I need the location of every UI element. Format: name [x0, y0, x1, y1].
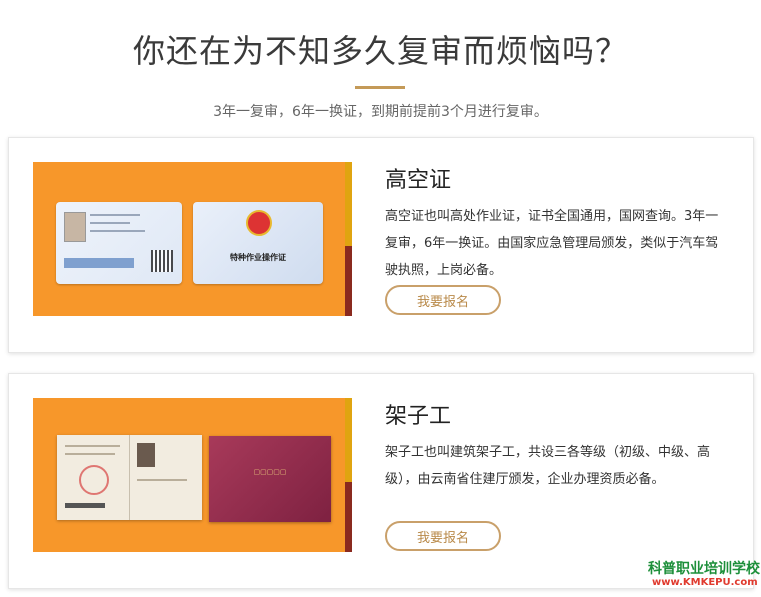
enroll-button[interactable]: 我要报名	[385, 521, 501, 551]
national-emblem-icon	[246, 210, 272, 236]
card-band	[64, 258, 134, 268]
qr-code-icon	[151, 250, 173, 272]
card-name-text: 特种作业操作证	[230, 253, 286, 262]
id-card-back-image: 特种作业操作证	[193, 202, 323, 284]
watermark-school-name: 科普职业培训学校	[648, 561, 760, 577]
title-underline	[355, 86, 405, 89]
course-card-high-altitude: 特种作业操作证 高空证 高空证也叫高处作业证，证书全国通用，国网查询。3年一复审…	[8, 137, 754, 353]
watermark-url: www.KMKEPU.com	[652, 577, 758, 588]
page-title: 你还在为不知多久复审而烦恼吗？	[132, 32, 628, 70]
certificate-image: 特种作业操作证	[33, 162, 352, 316]
certificate-image: ▢▢▢▢▢	[33, 398, 352, 552]
decorative-stripe	[345, 482, 352, 552]
photo-icon	[64, 212, 86, 242]
book-fold	[129, 435, 130, 520]
text-line	[90, 214, 140, 216]
text-line	[90, 230, 145, 232]
cover-emblem: ▢▢▢▢▢	[253, 468, 287, 476]
id-card-front-image	[56, 202, 182, 284]
certificate-cover-image: ▢▢▢▢▢	[209, 436, 331, 522]
photo-icon	[137, 443, 155, 467]
text-line	[65, 445, 120, 447]
card-title: 架子工	[385, 404, 452, 429]
decorative-stripe	[345, 246, 352, 316]
text-line	[65, 453, 115, 455]
text-line	[90, 222, 130, 224]
page-subtitle: 3年一复审，6年一换证，到期前提前3个月进行复审。	[213, 104, 548, 120]
card-description: 架子工也叫建筑架子工，共设三各等级（初级、中级、高级），由云南省住建厅颁发，企业…	[385, 445, 711, 487]
text-line	[137, 479, 187, 481]
stamp-icon	[79, 465, 109, 495]
course-card-scaffolder: ▢▢▢▢▢ 架子工 架子工也叫建筑架子工，共设三各等级（初级、中级、高级），由云…	[8, 373, 754, 589]
enroll-button[interactable]: 我要报名	[385, 285, 501, 315]
open-certificate-image	[57, 435, 202, 520]
card-description: 高空证也叫高处作业证，证书全国通用，国网查询。3年一复审，6年一换证。由国家应急…	[385, 209, 719, 278]
barcode	[65, 503, 105, 508]
card-title: 高空证	[385, 168, 452, 193]
